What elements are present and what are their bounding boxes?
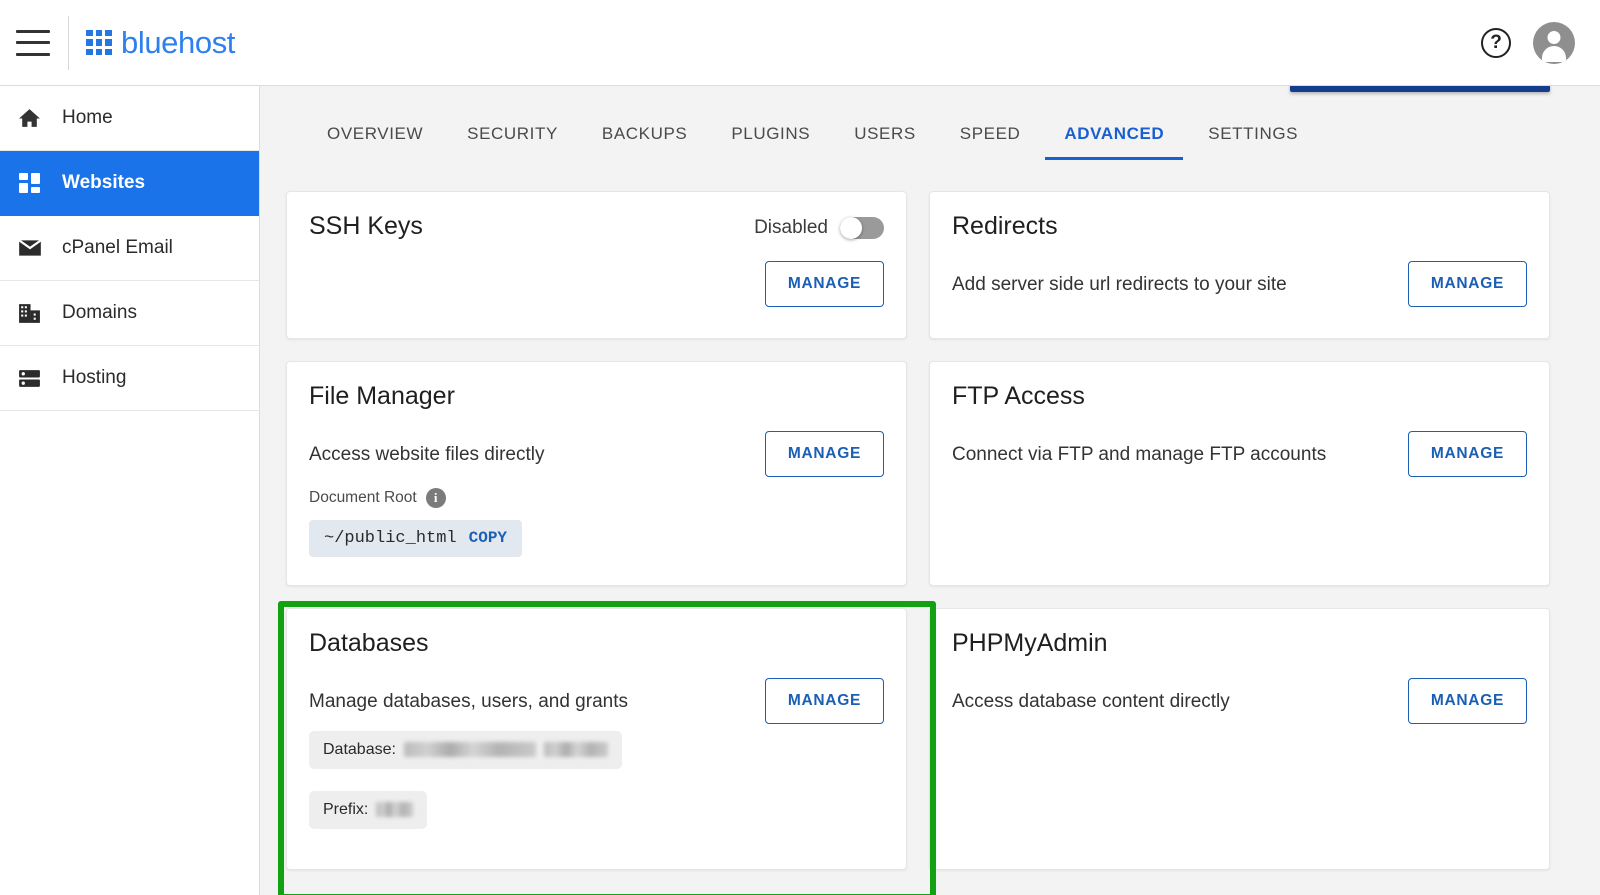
ftp-access-header: FTP Access (952, 382, 1527, 411)
phpmyadmin-body: Access database content directly MANAGE (952, 678, 1527, 724)
advanced-cards-grid: SSH Keys Disabled MANAGE Redirects Add s… (286, 191, 1576, 870)
database-value-redacted-2 (543, 742, 608, 758)
sidebar-item-websites[interactable]: Websites (0, 151, 259, 216)
card-databases: Databases Manage databases, users, and g… (286, 608, 907, 870)
header-actions: ? (1481, 21, 1575, 64)
ftp-access-text: Connect via FTP and manage FTP accounts (952, 431, 1408, 468)
databases-manage-button[interactable]: MANAGE (764, 678, 884, 724)
brand-grid-icon (86, 29, 112, 56)
sidebar-item-cpanel-email[interactable]: cPanel Email (0, 216, 259, 281)
phpmyadmin-manage-button[interactable]: MANAGE (1407, 678, 1527, 724)
user-avatar[interactable] (1533, 21, 1575, 64)
file-manager-header: File Manager (309, 382, 884, 411)
database-prefix-chip: Prefix: (309, 790, 428, 829)
tab-security[interactable]: SECURITY (445, 114, 580, 160)
tab-users[interactable]: USERS (832, 114, 938, 160)
file-manager-body: Access website files directly Document R… (309, 431, 884, 557)
database-value-redacted (403, 742, 536, 758)
ftp-access-body: Connect via FTP and manage FTP accounts … (952, 431, 1527, 477)
primary-action-button-cut-off[interactable] (1290, 86, 1550, 92)
sidebar-item-domains[interactable]: Domains (0, 281, 259, 346)
info-icon[interactable]: i (425, 487, 446, 508)
ftp-access-manage-button[interactable]: MANAGE (1407, 431, 1527, 477)
ssh-keys-toggle-group: Disabled (754, 217, 884, 239)
card-phpmyadmin: PHPMyAdmin Access database content direc… (929, 608, 1550, 870)
copy-button[interactable]: COPY (469, 529, 507, 547)
file-manager-title: File Manager (309, 382, 455, 410)
redirects-manage-button[interactable]: MANAGE (1407, 261, 1527, 307)
tab-advanced[interactable]: ADVANCED (1042, 114, 1186, 160)
document-root-row: Document Root i (309, 487, 753, 508)
phpmyadmin-header: PHPMyAdmin (952, 629, 1527, 658)
database-label: Database: (323, 740, 396, 758)
redirects-body: Add server side url redirects to your si… (952, 261, 1527, 307)
redirects-title: Redirects (952, 212, 1058, 240)
phpmyadmin-description: Access database content directly (952, 691, 1230, 712)
building-icon (16, 300, 43, 327)
document-root-chip: ~/public_html COPY (309, 519, 523, 557)
ssh-keys-body: MANAGE (309, 261, 884, 307)
prefix-label: Prefix: (323, 800, 369, 818)
file-manager-manage-button[interactable]: MANAGE (764, 431, 884, 477)
document-root-label: Document Root (309, 488, 417, 506)
ftp-access-title: FTP Access (952, 382, 1085, 410)
card-ssh-keys: SSH Keys Disabled MANAGE (286, 191, 907, 339)
main-content: OVERVIEW SECURITY BACKUPS PLUGINS USERS … (260, 86, 1600, 895)
phpmyadmin-title: PHPMyAdmin (952, 629, 1108, 657)
card-ftp-access: FTP Access Connect via FTP and manage FT… (929, 361, 1550, 586)
help-icon[interactable]: ? (1481, 27, 1511, 58)
sidebar-item-label: Websites (62, 172, 146, 193)
dashboard-grid-icon (16, 170, 43, 197)
home-icon (16, 105, 43, 132)
tab-bar: OVERVIEW SECURITY BACKUPS PLUGINS USERS … (305, 114, 1320, 160)
card-file-manager: File Manager Access website files direct… (286, 361, 907, 586)
ssh-keys-header: SSH Keys Disabled (309, 212, 884, 241)
sidebar-item-label: cPanel Email (62, 237, 173, 258)
tab-settings[interactable]: SETTINGS (1186, 114, 1320, 160)
databases-description: Manage databases, users, and grants (309, 691, 628, 712)
sidebar-item-label: Hosting (62, 367, 127, 388)
ssh-keys-toggle-label: Disabled (754, 217, 828, 238)
databases-title: Databases (309, 629, 429, 657)
document-root-value: ~/public_html (324, 528, 457, 548)
database-name-chip: Database: (309, 730, 622, 769)
sidebar-nav: Home Websites cPanel Email Domains Hosti… (0, 86, 260, 895)
ssh-keys-toggle[interactable] (840, 217, 884, 239)
sidebar-item-label: Domains (62, 302, 137, 323)
card-redirects: Redirects Add server side url redirects … (929, 191, 1550, 339)
phpmyadmin-text: Access database content directly (952, 678, 1408, 715)
tab-overview[interactable]: OVERVIEW (305, 114, 445, 160)
tab-backups[interactable]: BACKUPS (580, 114, 709, 160)
redirects-header: Redirects (952, 212, 1527, 241)
file-manager-text: Access website files directly Document R… (309, 431, 765, 557)
envelope-icon (16, 235, 43, 262)
hamburger-menu-icon[interactable] (16, 29, 50, 56)
header-divider (68, 15, 69, 70)
sidebar-item-hosting[interactable]: Hosting (0, 346, 259, 411)
databases-body: Manage databases, users, and grants Data… (309, 678, 884, 829)
ssh-keys-title: SSH Keys (309, 212, 423, 240)
tab-speed[interactable]: SPEED (938, 114, 1043, 160)
tab-plugins[interactable]: PLUGINS (709, 114, 832, 160)
ftp-access-description: Connect via FTP and manage FTP accounts (952, 444, 1327, 465)
databases-header: Databases (309, 629, 884, 658)
databases-text: Manage databases, users, and grants Data… (309, 678, 765, 829)
sidebar-item-home[interactable]: Home (0, 86, 259, 151)
brand-name: bluehost (121, 24, 236, 60)
file-manager-description: Access website files directly (309, 444, 545, 465)
bluehost-logo[interactable]: bluehost (86, 25, 235, 61)
ssh-keys-manage-button[interactable]: MANAGE (764, 261, 884, 307)
top-header-bar: bluehost ? (0, 0, 1600, 86)
redirects-text: Add server side url redirects to your si… (952, 261, 1408, 298)
server-rack-icon (16, 365, 43, 392)
sidebar-item-label: Home (62, 107, 113, 128)
prefix-value-redacted (376, 802, 414, 818)
redirects-description: Add server side url redirects to your si… (952, 274, 1287, 295)
